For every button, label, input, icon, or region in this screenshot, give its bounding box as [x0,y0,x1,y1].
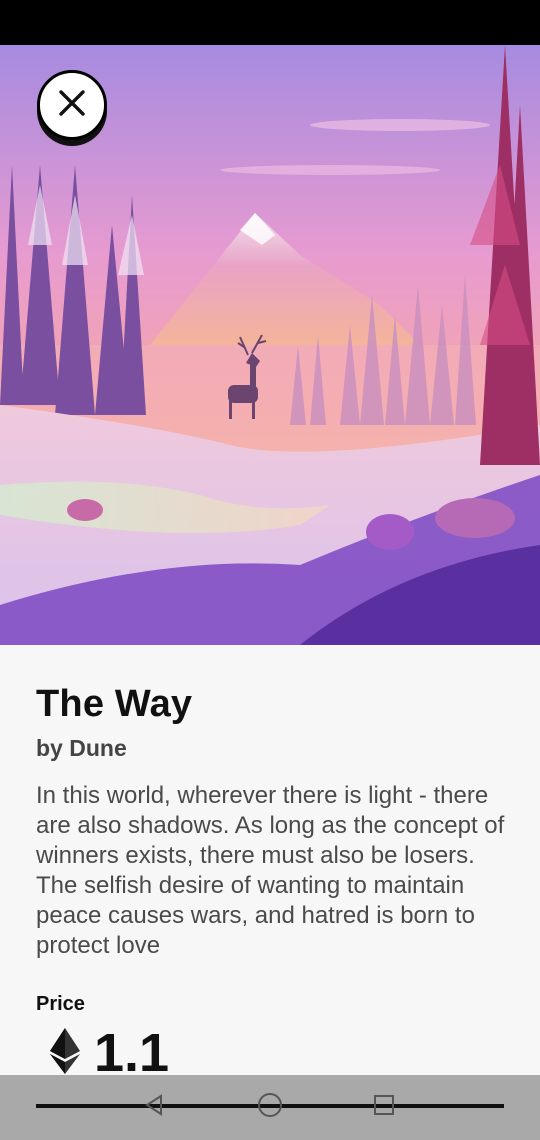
price-label: Price [36,993,85,1015]
system-navigation-bar [0,1075,540,1140]
close-icon [57,88,87,123]
recents-square-icon [372,1093,396,1122]
status-bar [0,0,540,45]
recents-button[interactable] [370,1093,398,1121]
close-button[interactable] [37,70,107,140]
nft-details: The Way by Dune In this world, wherever … [0,645,540,1081]
nft-description: In this world, wherever there is light -… [36,782,505,959]
price-value: 1.1 [94,1023,170,1083]
home-button[interactable] [256,1092,284,1123]
ethereum-icon [50,1027,80,1079]
nft-artist: by Dune [36,735,127,761]
nft-title: The Way [36,683,193,725]
back-triangle-icon [143,1093,165,1121]
home-circle-icon [257,1092,283,1123]
back-button[interactable] [140,1093,168,1121]
price-row: 1.1 [50,1025,169,1081]
